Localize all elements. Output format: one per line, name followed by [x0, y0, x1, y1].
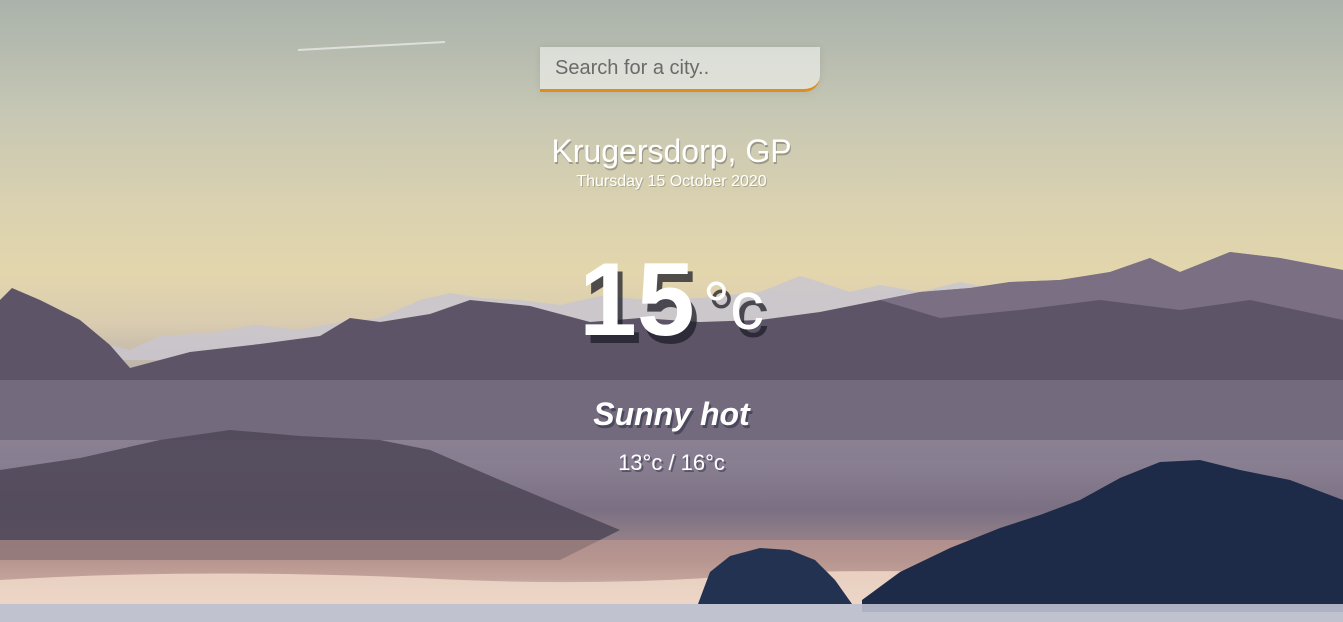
weather-condition: Sunny hot	[593, 396, 750, 432]
weather-app: Krugersdorp, GP Thursday 15 October 2020…	[0, 0, 1343, 622]
unit-letter: c	[729, 268, 764, 344]
search-input[interactable]	[540, 47, 820, 92]
temperature-value: 15	[579, 242, 695, 358]
current-date: Thursday 15 October 2020	[576, 173, 767, 190]
weather-box: 15 °c	[0, 248, 1343, 352]
location-box: Krugersdorp, GP Thursday 15 October 2020	[0, 133, 1343, 191]
degree-symbol: °	[702, 268, 730, 344]
search-box	[540, 47, 820, 92]
foreground-hill-right	[862, 460, 1343, 612]
hi-low-temperature: 13°c / 16°c	[618, 450, 725, 475]
temperature-unit: °c	[703, 254, 764, 340]
temperature: 15 °c	[579, 248, 764, 352]
city-name: Krugersdorp, GP	[551, 133, 792, 169]
contrail	[297, 41, 446, 51]
